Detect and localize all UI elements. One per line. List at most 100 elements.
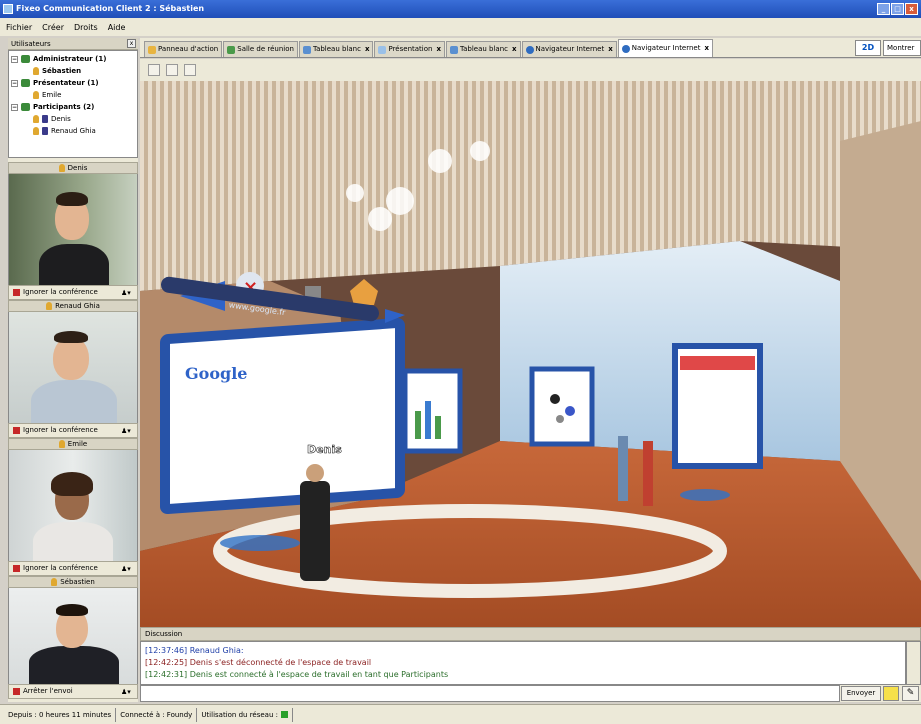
ignore-conference-button[interactable]: Ignorer la conférence: [23, 424, 98, 437]
users-panel-header: Utilisateurs x: [8, 38, 138, 50]
person-hair: [56, 192, 88, 206]
stop-icon: [13, 427, 20, 434]
avatar-label: Denis: [307, 443, 342, 456]
chart-icon: [302, 45, 311, 54]
user-icon: [33, 115, 39, 123]
discussion-scrollbar[interactable]: [906, 641, 921, 685]
screen-atom: [556, 415, 564, 423]
monitor-button[interactable]: Montrer: [883, 40, 921, 56]
tab-close-icon[interactable]: x: [512, 42, 517, 57]
speaker-icon[interactable]: ♟▾: [121, 288, 133, 298]
scene-toolbar: [140, 59, 921, 81]
tree-group-presenter[interactable]: − Présentateur (1): [11, 77, 135, 89]
tree-group-admin[interactable]: − Administrateur (1): [11, 53, 135, 65]
users-tree: − Administrateur (1) Sébastien − Présentat…: [8, 50, 138, 158]
tree-user-emile[interactable]: Emile: [11, 89, 135, 101]
stop-sending-button[interactable]: Arrêter l'envoi: [23, 685, 73, 698]
close-panel-button[interactable]: x: [127, 39, 136, 48]
discussion-log: [12:37:46] Renaud Ghia: [12:42:25] Denis…: [140, 641, 906, 685]
screen-bar: [435, 416, 441, 439]
tree-group-participants[interactable]: − Participants (2): [11, 101, 135, 113]
ceiling-light: [470, 141, 490, 161]
chat-input[interactable]: [140, 685, 840, 702]
close-window-button[interactable]: x: [905, 3, 918, 15]
window-title: Fixeo Communication Client 2 : Sébastien: [16, 4, 205, 13]
group-icon: [21, 55, 30, 63]
send-button[interactable]: Envoyer: [841, 686, 881, 701]
collapse-icon[interactable]: −: [11, 79, 18, 87]
avatar-figure[interactable]: [643, 441, 653, 506]
discussion-header: Discussion: [140, 627, 921, 641]
ceiling-light: [386, 187, 414, 215]
smiley-icon[interactable]: [883, 686, 899, 701]
tree-user-sebastien[interactable]: Sébastien: [11, 65, 135, 77]
tab-browser[interactable]: Navigateur Internet x: [521, 41, 617, 57]
globe-icon: [621, 44, 630, 53]
menu-creer[interactable]: Créer: [42, 23, 64, 32]
webcam-name: Sébastien: [8, 576, 138, 588]
ceiling-light: [428, 149, 452, 173]
tab-whiteboard[interactable]: Tableau blanc x: [298, 41, 374, 57]
menu-aide[interactable]: Aide: [108, 23, 126, 32]
browser-screen[interactable]: [170, 328, 395, 504]
screen-atom: [565, 406, 575, 416]
webcam-controls: Ignorer la conférence ♟▾: [8, 285, 138, 300]
person-body: [39, 244, 109, 285]
webcam-video: [8, 588, 138, 684]
floor-pad: [220, 535, 300, 551]
webcam-video: [8, 450, 138, 561]
tab-action-panel[interactable]: Panneau d'action: [144, 41, 223, 57]
select-tool-icon[interactable]: [148, 64, 160, 76]
status-bar: Depuis : 0 heures 11 minutes Connecté à …: [0, 704, 921, 724]
tab-browser-active[interactable]: Navigateur Internet x: [617, 39, 713, 57]
app-icon: [3, 4, 13, 14]
tree-user-denis[interactable]: Denis: [11, 113, 135, 125]
globe-icon: [525, 45, 534, 54]
maximize-button[interactable]: □: [891, 3, 904, 15]
webcam-controls: Ignorer la conférence ♟▾: [8, 561, 138, 576]
person-hair: [54, 331, 88, 343]
pencil-icon[interactable]: ✎: [902, 686, 919, 701]
tab-close-icon[interactable]: x: [704, 41, 709, 56]
menu-fichier[interactable]: Fichier: [6, 23, 32, 32]
chat-message: [12:42:31] Denis est connecté à l'espace…: [145, 670, 449, 679]
person-hair: [51, 472, 93, 496]
chart-screen[interactable]: [402, 368, 463, 454]
chat-message: [12:42:25] Denis s'est déconnecté de l'e…: [145, 658, 372, 667]
tree-user-renaud[interactable]: Renaud Ghia: [11, 125, 135, 137]
3d-meeting-room[interactable]: Google × www.google.fr Denis: [140, 81, 921, 627]
user-icon: [58, 164, 65, 172]
ignore-conference-button[interactable]: Ignorer la conférence: [23, 562, 98, 575]
stop-icon: [13, 289, 20, 296]
avatar-figure[interactable]: [618, 436, 628, 501]
stop-icon: [13, 565, 20, 572]
tab-close-icon[interactable]: x: [365, 42, 370, 57]
tab-close-icon[interactable]: x: [436, 42, 441, 57]
molecule-screen[interactable]: [529, 366, 595, 447]
minimize-button[interactable]: _: [877, 3, 890, 15]
screen-atom: [550, 394, 560, 404]
tab-presentation[interactable]: Présentation x: [374, 41, 445, 57]
speaker-icon[interactable]: ♟▾: [121, 687, 133, 697]
menu-droits[interactable]: Droits: [74, 23, 98, 32]
tab-whiteboard-2[interactable]: Tableau blanc x: [445, 41, 521, 57]
collapse-icon[interactable]: −: [11, 55, 18, 63]
ceiling-light: [346, 184, 364, 202]
ignore-conference-button[interactable]: Ignorer la conférence: [23, 286, 98, 299]
room-icon: [227, 45, 236, 54]
avatar-denis[interactable]: [300, 481, 330, 581]
print-icon[interactable]: [166, 64, 178, 76]
zoom-icon[interactable]: [184, 64, 196, 76]
view-2d-button[interactable]: 2D: [855, 40, 881, 56]
webcam-controls: Ignorer la conférence ♟▾: [8, 423, 138, 438]
tab-meeting-room[interactable]: Salle de réunion: [223, 41, 298, 57]
tab-close-icon[interactable]: x: [608, 42, 613, 57]
chart-icon: [449, 45, 458, 54]
speaker-icon[interactable]: ♟▾: [121, 564, 133, 574]
webcam-name: Emile: [8, 438, 138, 450]
speaker-icon[interactable]: ♟▾: [121, 426, 133, 436]
collapse-icon[interactable]: −: [11, 103, 18, 111]
webcam-name: Renaud Ghia: [8, 300, 138, 312]
person-body: [29, 646, 119, 684]
group-icon: [21, 79, 30, 87]
